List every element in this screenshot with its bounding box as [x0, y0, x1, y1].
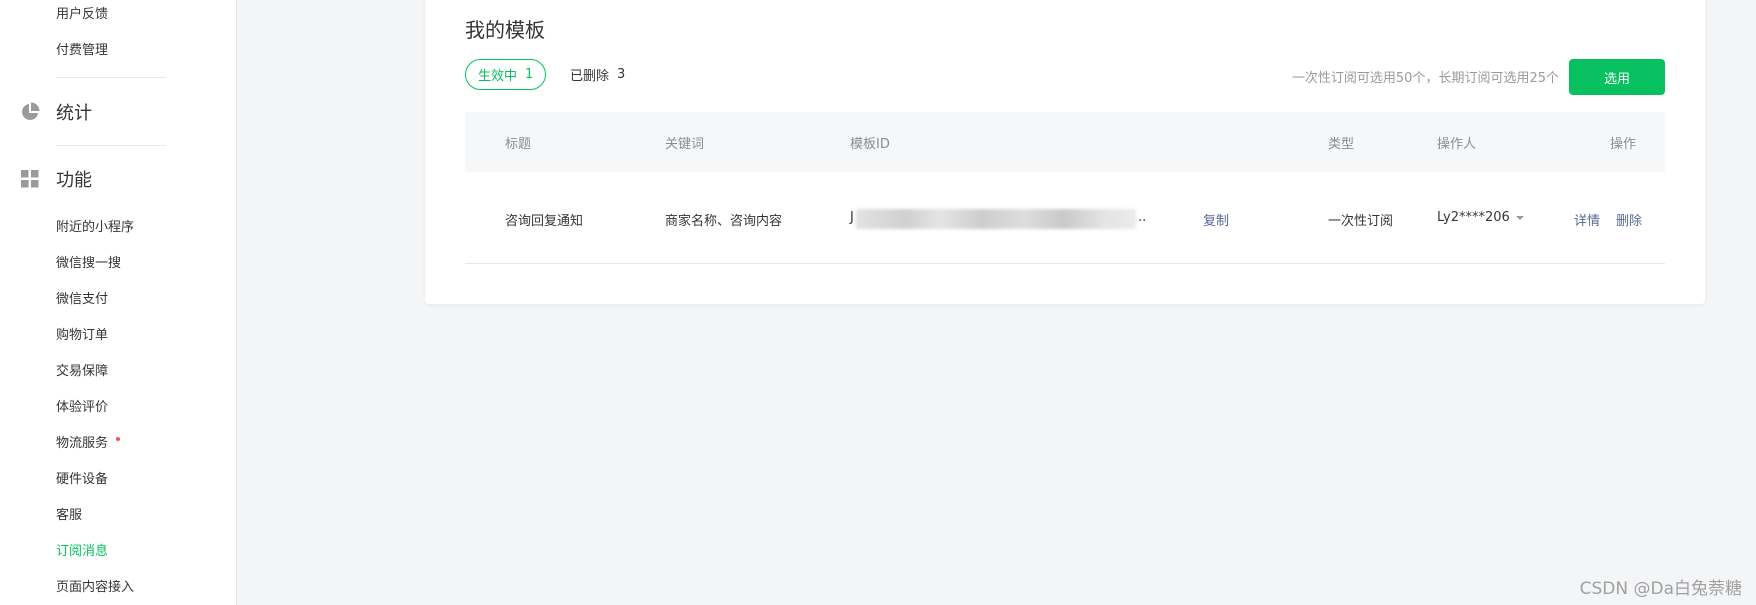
tab-active-count: 1	[525, 67, 534, 82]
cell-operator: Ly2****206	[1437, 210, 1510, 225]
my-templates-card: 我的模板 生效中 1 已删除 3 一次性订阅可选用50个，长期订阅可选用25个 …	[425, 0, 1705, 304]
copy-template-id-link[interactable]: 复制	[1203, 210, 1229, 229]
watermark: CSDN @Da白兔萘糖	[1579, 579, 1742, 599]
sidebar-section-features-label: 功能	[56, 170, 92, 191]
column-header-type: 类型	[1328, 137, 1355, 152]
pie-chart-icon	[20, 102, 40, 122]
tab-active-label: 生效中	[478, 69, 518, 84]
sidebar-item-shopping-orders[interactable]: 购物订单	[56, 327, 108, 345]
column-header-template-id: 模板ID	[850, 137, 890, 152]
table-header: 标题 关键词 模板ID 类型 操作人 操作	[465, 112, 1665, 172]
sidebar-item-payment-management[interactable]: 付费管理	[56, 42, 108, 60]
detail-link[interactable]: 详情	[1574, 210, 1600, 229]
sidebar-item-wechat-pay[interactable]: 微信支付	[56, 291, 108, 309]
select-template-button[interactable]: 选用	[1569, 59, 1665, 95]
tab-active[interactable]: 生效中 1	[465, 59, 547, 90]
template-id-redacted	[856, 209, 1136, 229]
cell-template-id: J ..	[850, 206, 1150, 230]
sidebar-item-subscription-messages[interactable]: 订阅消息	[56, 543, 108, 561]
tab-deleted-count: 3	[617, 67, 626, 82]
cell-title: 咨询回复通知	[505, 214, 584, 229]
tab-deleted-label: 已删除	[570, 69, 610, 84]
column-header-operator: 操作人	[1437, 137, 1477, 152]
sidebar-section-stats-label: 统计	[56, 103, 92, 124]
sidebar-item-trade-guarantee[interactable]: 交易保障	[56, 363, 108, 381]
template-id-ellipsis: ..	[1138, 210, 1147, 225]
chevron-down-icon	[1515, 215, 1524, 220]
page-title: 我的模板	[465, 18, 545, 42]
sidebar-item-nearby-miniprogram[interactable]: 附近的小程序	[56, 219, 134, 237]
delete-link[interactable]: 删除	[1616, 210, 1642, 229]
sidebar-item-page-content-access[interactable]: 页面内容接入	[56, 579, 134, 597]
sidebar-item-wechat-search[interactable]: 微信搜一搜	[56, 255, 121, 273]
notification-dot	[116, 437, 120, 441]
sidebar-section-stats[interactable]: 统计	[20, 100, 92, 124]
quota-hint: 一次性订阅可选用50个，长期订阅可选用25个	[1291, 71, 1559, 86]
sidebar: 用户反馈 付费管理 统计 功能 附近的小程序 微信搜一搜 微信支付 购物订单 交…	[0, 0, 237, 605]
sidebar-divider	[56, 77, 166, 78]
cell-keywords: 商家名称、咨询内容	[665, 214, 783, 229]
sidebar-divider	[56, 145, 166, 146]
column-header-actions: 操作	[1610, 137, 1637, 152]
column-header-title: 标题	[505, 137, 532, 152]
sidebar-item-customer-service[interactable]: 客服	[56, 507, 82, 525]
grid-icon	[20, 169, 40, 189]
cell-type: 一次性订阅	[1328, 214, 1394, 229]
sidebar-item-user-feedback[interactable]: 用户反馈	[56, 6, 108, 24]
sidebar-item-experience-review[interactable]: 体验评价	[56, 399, 108, 417]
sidebar-item-logistics[interactable]: 物流服务	[56, 435, 108, 453]
operator-dropdown[interactable]: Ly2****206	[1437, 210, 1524, 225]
sidebar-item-hardware[interactable]: 硬件设备	[56, 471, 108, 489]
column-header-keywords: 关键词	[665, 137, 705, 152]
tab-deleted[interactable]: 已删除 3	[570, 59, 625, 90]
template-id-prefix: J	[850, 210, 854, 225]
table-row: 咨询回复通知 商家名称、咨询内容 J .. 复制 一次性订阅 Ly2****20…	[465, 172, 1665, 264]
sidebar-section-features[interactable]: 功能	[20, 167, 92, 191]
